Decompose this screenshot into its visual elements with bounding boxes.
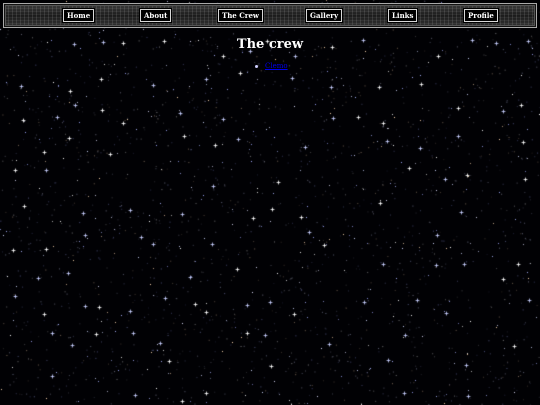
nav-profile-button[interactable]: Profile bbox=[463, 8, 499, 23]
nav-gallery-button[interactable]: Gallery bbox=[304, 8, 344, 23]
starfield-background bbox=[0, 0, 540, 405]
crew-list-item: Clemo bbox=[255, 62, 288, 71]
crew-list: Clemo bbox=[255, 62, 288, 71]
bullet-icon bbox=[255, 65, 258, 68]
page-background: Home About The Crew Gallery Links Profil… bbox=[0, 0, 540, 405]
nav-home-button[interactable]: Home bbox=[61, 8, 96, 23]
nav-about-button[interactable]: About bbox=[138, 8, 173, 23]
nav-the-crew-button[interactable]: The Crew bbox=[217, 8, 264, 23]
crew-link-clemo[interactable]: Clemo bbox=[265, 62, 288, 70]
nav-links-button[interactable]: Links bbox=[386, 8, 419, 23]
top-navigation-bar: Home About The Crew Gallery Links Profil… bbox=[3, 3, 537, 28]
page-title: The crew bbox=[236, 37, 304, 52]
